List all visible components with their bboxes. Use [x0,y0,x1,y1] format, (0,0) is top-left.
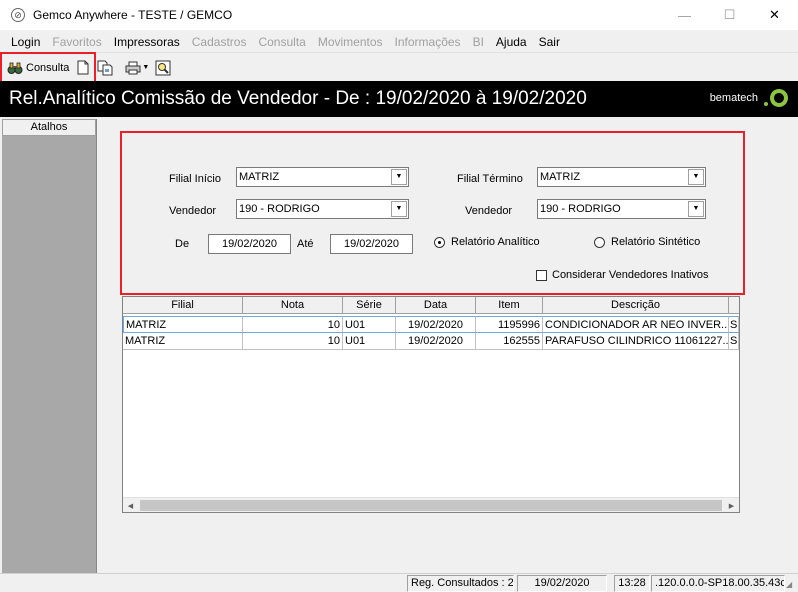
window-title: Gemco Anywhere - TESTE / GEMCO [33,8,233,22]
filial-termino-select[interactable]: MATRIZ ▼ [537,167,706,187]
vendedor-termino-select[interactable]: 190 - RODRIGO ▼ [537,199,706,219]
vendedor-inicio-select[interactable]: 190 - RODRIGO ▼ [236,199,409,219]
app-icon: ⊘ [11,8,25,22]
col-filial[interactable]: Filial [123,297,243,314]
chevron-down-icon[interactable]: ▼ [391,201,407,217]
col-descricao[interactable]: Descrição [543,297,729,314]
filial-inicio-label: Filial Início [169,173,221,185]
status-date: 19/02/2020 [517,575,607,592]
print-preview-button[interactable] [152,57,174,79]
results-grid[interactable]: Filial Nota Série Data Item Descrição MA… [122,296,740,513]
inativos-checkbox[interactable]: Considerar Vendedores Inativos [536,269,709,281]
radio-sintetico-label: Relatório Sintético [611,236,701,248]
col-nota[interactable]: Nota [243,297,343,314]
maximize-button[interactable]: ☐ [707,0,752,30]
table-row[interactable]: MATRIZ 10 U01 19/02/2020 1195996 CONDICI… [123,316,739,333]
menu-sair[interactable]: Sair [539,35,560,49]
filial-termino-value: MATRIZ [540,171,581,183]
table-row[interactable]: MATRIZ 10 U01 19/02/2020 162555 PARAFUSO… [123,333,739,350]
radio-analitico-label: Relatório Analítico [451,236,540,248]
de-label: De [175,238,190,250]
cell-item: 1195996 [476,316,543,333]
col-item[interactable]: Item [476,297,543,314]
menu-favoritos[interactable]: Favoritos [52,35,101,49]
vendedor-inicio-label: Vendedor [169,205,217,217]
cell-nota: 10 [243,333,343,350]
page-title: Rel.Analítico Comissão de Vendedor - De … [9,88,587,109]
menu-bar: Login Favoritos Impressoras Cadastros Co… [0,31,798,53]
report-header: Rel.Analítico Comissão de Vendedor - De … [0,81,798,117]
checkbox-box [536,269,547,281]
menu-login[interactable]: Login [11,35,40,49]
cell-serie: U01 [343,333,396,350]
cell-serie: U01 [343,316,396,333]
cell-filial: MATRIZ [123,333,243,350]
date-to-input[interactable]: 19/02/2020 [330,234,413,254]
vendedor-termino-value: 190 - RODRIGO [540,203,621,215]
col-extra [729,297,739,314]
menu-impressoras[interactable]: Impressoras [114,35,180,49]
print-dropdown-icon[interactable]: ▼ [142,64,149,71]
date-from-input[interactable]: 19/02/2020 [208,234,291,254]
menu-ajuda[interactable]: Ajuda [496,35,527,49]
sidebar-header[interactable]: Atalhos [2,119,96,136]
menu-consulta[interactable]: Consulta [258,35,305,49]
print-button[interactable]: ▼ [122,57,152,79]
radio-relatorio-sintetico[interactable]: Relatório Sintético [594,236,700,248]
scroll-left-icon[interactable]: ◀ [123,498,138,513]
scroll-right-icon[interactable]: ▶ [724,498,739,513]
chevron-down-icon[interactable]: ▼ [688,201,704,217]
ate-label: Até [297,238,314,250]
col-serie[interactable]: Série [343,297,396,314]
radio-dot [434,236,445,248]
cell-descricao: CONDICIONADOR AR NEO INVER... [543,316,729,333]
radio-relatorio-analitico[interactable]: Relatório Analítico [434,236,540,248]
status-version: .120.0.0.0-SP18.00.35.43c [651,575,785,592]
shortcuts-sidebar: Atalhos [2,119,97,575]
radio-dot [594,236,605,248]
printer-icon [125,60,141,76]
menu-informacoes[interactable]: Informações [395,35,461,49]
close-button[interactable]: ✕ [752,0,797,30]
scroll-thumb[interactable] [140,500,722,511]
brand-text: bematech [709,92,758,104]
cell-extra: S [729,333,739,350]
chevron-down-icon[interactable]: ▼ [391,169,407,185]
menu-bi[interactable]: BI [473,35,484,49]
vendedor-inicio-value: 190 - RODRIGO [239,203,320,215]
copy-icon [97,60,113,76]
filial-inicio-select[interactable]: MATRIZ ▼ [236,167,409,187]
toolbar: Consulta ▼ [0,54,798,81]
cell-descricao: PARAFUSO CILINDRICO 11061227... [543,333,729,350]
horizontal-scrollbar[interactable]: ◀ ▶ [123,497,739,512]
menu-movimentos[interactable]: Movimentos [318,35,383,49]
cell-filial: MATRIZ [123,316,243,333]
menu-cadastros[interactable]: Cadastros [192,35,247,49]
vendedor-termino-label: Vendedor [465,205,513,217]
minimize-button[interactable]: — [662,0,707,30]
brand-mark-icon [764,89,788,107]
filial-termino-label: Filial Término [457,173,523,185]
inativos-label: Considerar Vendedores Inativos [552,269,709,281]
cell-nota: 10 [243,316,343,333]
status-bar: Reg. Consultados : 2 19/02/2020 13:28 .1… [0,573,798,592]
cell-data: 19/02/2020 [396,333,476,350]
consulta-highlight [0,52,96,83]
cell-item: 162555 [476,333,543,350]
preview-icon [155,60,171,76]
copy-document-button[interactable] [94,57,116,79]
col-data[interactable]: Data [396,297,476,314]
cell-extra: S [729,316,739,333]
cell-data: 19/02/2020 [396,316,476,333]
chevron-down-icon[interactable]: ▼ [688,169,704,185]
status-records: Reg. Consultados : 2 [407,575,514,592]
status-time: 13:28 [614,575,650,592]
resize-grip-icon[interactable]: ◢ [786,580,796,590]
filial-inicio-value: MATRIZ [239,171,280,183]
title-bar: ⊘ Gemco Anywhere - TESTE / GEMCO — ☐ ✕ [0,0,798,30]
grid-header: Filial Nota Série Data Item Descrição [123,297,739,314]
bematech-logo: bematech [710,87,790,109]
